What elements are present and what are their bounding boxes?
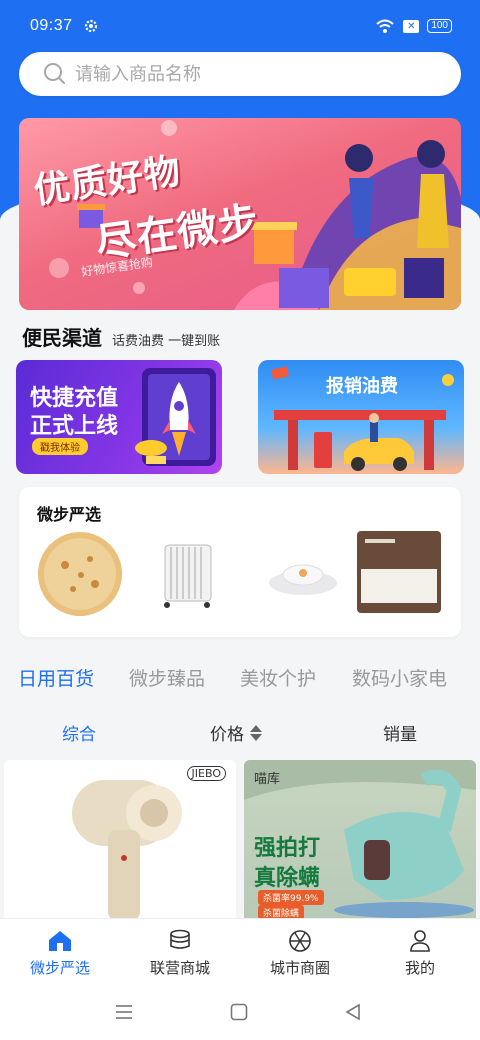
nav-label: 城市商圈 <box>269 959 330 977</box>
fuel-reimburse-title: 报销油费 <box>326 376 398 397</box>
shop-name: 喵库 <box>254 772 281 787</box>
convenience-section-header: 便民渠道 话费油费 一键到账 <box>22 322 220 351</box>
hair-dryer-image <box>72 780 182 920</box>
status-time: 09:37 <box>30 17 73 34</box>
product-card-hair-dryer[interactable]: JIEBO <box>4 760 236 920</box>
product-mosquito-lamp[interactable] <box>263 529 353 619</box>
user-icon <box>410 930 430 952</box>
promo-banner[interactable]: 优质好物 尽在微步 好物惊喜抢购 <box>19 118 461 310</box>
search-input[interactable] <box>75 63 435 85</box>
bottom-nav: 微步严选 联营商城 城市商圈 我的 <box>0 918 480 988</box>
no-sim-icon: ✕ <box>403 19 420 33</box>
sort-price-label: 价格 <box>210 725 244 745</box>
mite-headline-1: 强拍打 <box>254 836 321 861</box>
tab-daily-goods[interactable]: 日用百货 <box>18 664 94 691</box>
tab-premium[interactable]: 微步臻品 <box>129 664 205 691</box>
product-tv-cabinet[interactable] <box>355 529 445 619</box>
search-bar[interactable] <box>19 52 461 96</box>
mite-tag-1: 杀菌率99.9% <box>258 890 324 905</box>
fuel-reimburse-card[interactable]: 报销油费 <box>258 360 464 474</box>
sort-bar: 综合 价格 销量 <box>0 704 480 756</box>
nav-weibu-select[interactable]: 微步严选 <box>0 919 120 988</box>
home-icon <box>49 931 71 951</box>
nav-label: 微步严选 <box>29 959 90 977</box>
sort-comprehensive[interactable]: 综合 <box>62 720 96 745</box>
tab-beauty[interactable]: 美妆个护 <box>240 664 316 691</box>
recharge-promo-card[interactable]: 快捷充值 正式上线 戳我体验 <box>16 360 222 474</box>
nav-label: 联营商城 <box>149 959 210 977</box>
product-oil-heater[interactable] <box>155 529 245 619</box>
product-card-mite-remover[interactable]: 喵库 强拍打 真除螨 杀菌率99.9% 杀菌除螨 <box>244 760 476 920</box>
product-flatbread[interactable] <box>35 529 125 619</box>
weibu-select-card: 微步严选 <box>19 487 461 637</box>
nav-joint-mall[interactable]: 联营商城 <box>120 919 240 988</box>
category-tabs: 日用百货 微步臻品 美妆个护 数码小家电 <box>0 650 480 704</box>
search-icon <box>44 63 65 84</box>
wifi-icon <box>376 19 394 33</box>
select-card-title: 微步严选 <box>37 505 102 524</box>
status-bar: 09:37 ✕ 100 <box>0 0 480 52</box>
coins-icon <box>170 929 190 949</box>
nav-label: 我的 <box>404 959 435 977</box>
tab-digital[interactable]: 数码小家电 <box>352 664 447 691</box>
sort-price[interactable]: 价格 <box>210 720 263 745</box>
home-square-icon[interactable] <box>230 1003 248 1021</box>
recharge-headline-2: 正式上线 <box>30 414 119 439</box>
sort-sales[interactable]: 销量 <box>383 720 417 745</box>
try-it-pill: 戳我体验 <box>32 438 88 455</box>
section-title: 便民渠道 <box>22 326 102 350</box>
nav-city-circle[interactable]: 城市商圈 <box>240 919 360 988</box>
aperture-icon <box>289 930 311 952</box>
status-indicators: ✕ 100 <box>375 18 452 34</box>
system-nav-bar <box>0 988 480 1040</box>
sort-arrows-icon <box>250 725 263 741</box>
mite-headline-2: 真除螨 <box>254 866 321 891</box>
nav-mine[interactable]: 我的 <box>360 919 480 988</box>
settings-gear-icon <box>84 19 97 33</box>
back-triangle-icon[interactable] <box>344 1003 362 1021</box>
battery-icon: 100 <box>427 19 452 33</box>
menu-icon[interactable] <box>115 1004 133 1020</box>
section-subtitle: 话费油费 一键到账 <box>112 334 221 349</box>
